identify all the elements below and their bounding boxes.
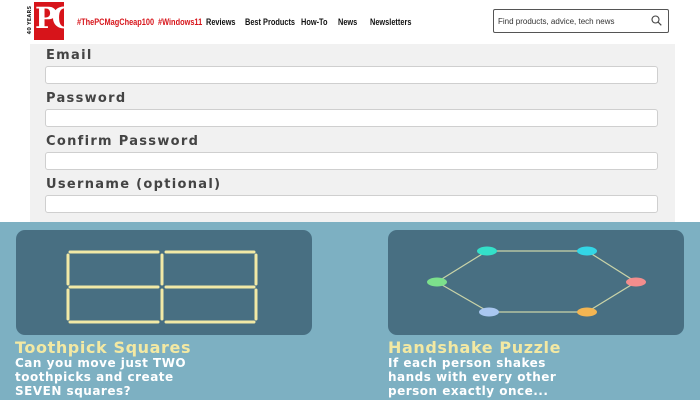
password-label: Password: [46, 91, 127, 106]
toothpick-squares-card[interactable]: [16, 230, 312, 335]
toothpick-description-line: Can you move just TWO: [15, 356, 187, 370]
logo-letters: PC: [35, 1, 75, 35]
handshake-description-line: hands with every other: [388, 370, 557, 384]
top-nav: 40 YEARS PC #ThePCMagCheap100 #Windows11…: [0, 0, 700, 44]
handshake-description-line: If each person shakes: [388, 356, 546, 370]
confirm-password-label: Confirm Password: [46, 134, 200, 149]
confirm-password-field[interactable]: [45, 152, 658, 170]
logo-years-band: 40 YEARS: [26, 2, 35, 40]
handshake-puzzle-card[interactable]: [388, 230, 684, 335]
pcmag-logo[interactable]: 40 YEARS PC: [26, 1, 75, 40]
nav-link-cheap100[interactable]: #ThePCMagCheap100: [77, 17, 154, 27]
signup-form: Email Password Confirm Password Username…: [30, 44, 675, 222]
nav-link-newsletters[interactable]: Newsletters: [370, 17, 411, 27]
username-label: Username (optional): [46, 177, 222, 192]
nav-link-how-to[interactable]: How-To: [301, 17, 328, 27]
username-field[interactable]: [45, 195, 658, 213]
email-label: Email: [46, 48, 93, 63]
nav-link-news[interactable]: News: [338, 17, 357, 27]
handshake-octagon-icon: [427, 246, 646, 317]
handshake-puzzle-description: If each person shakes hands with every o…: [388, 356, 688, 398]
toothpick-squares-title[interactable]: Toothpick Squares: [15, 338, 191, 357]
toothpick-grid-icon: [66, 250, 258, 324]
nav-link-windows11[interactable]: #Windows11: [158, 17, 202, 27]
search-box[interactable]: [493, 9, 669, 33]
toothpick-description-line: SEVEN squares?: [15, 384, 132, 398]
logo-years-text: 40 YEARS: [27, 5, 33, 35]
handshake-puzzle-title[interactable]: Handshake Puzzle: [388, 338, 561, 357]
email-field[interactable]: [45, 66, 658, 84]
password-field[interactable]: [45, 109, 658, 127]
toothpick-description-line: toothpicks and create: [15, 370, 174, 384]
puzzle-promos: Toothpick Squares Can you move just TWO …: [0, 222, 700, 400]
nav-link-best-products[interactable]: Best Products: [245, 17, 295, 27]
search-input[interactable]: [498, 13, 648, 29]
handshake-description-line: person exactly once...: [388, 384, 549, 398]
toothpick-squares-description: Can you move just TWO toothpicks and cre…: [15, 356, 315, 398]
search-icon[interactable]: [651, 15, 662, 26]
nav-link-reviews[interactable]: Reviews: [206, 17, 236, 27]
